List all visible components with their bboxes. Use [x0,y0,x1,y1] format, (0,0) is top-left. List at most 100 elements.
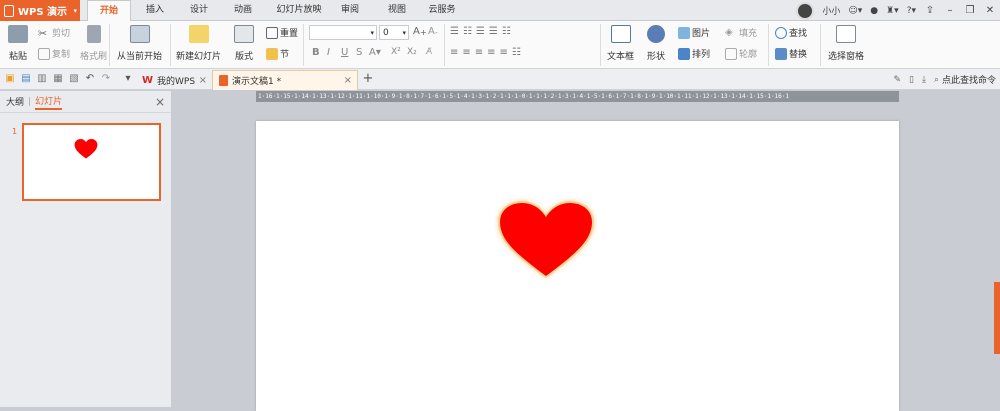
underline-icon[interactable]: U [341,47,348,58]
new-tab-icon[interactable]: + [362,72,374,85]
tab-cloud[interactable]: 云服务 [420,0,464,21]
replace-button[interactable]: 替换 [775,47,807,60]
copy-button[interactable]: 复制 [38,47,70,60]
tab-slideshow[interactable]: 幻灯片放映 [268,0,330,21]
tab-my-wps-label: 我的WPS [157,76,196,87]
reset-button[interactable]: 重置 [266,26,298,39]
layout-label: 版式 [234,52,253,62]
new-slide-button[interactable]: 新建幻灯片 [176,25,221,62]
ribbon: 粘贴 ✂ 剪切 复制 格式刷 从当前开始 新建幻灯片 版式 重置 节 ▾ 0 ▾ … [0,21,1000,69]
section-label: 节 [280,50,290,60]
shrink-font-icon[interactable]: A- [428,26,438,37]
minimize-icon[interactable]: – [940,2,960,20]
open-icon[interactable]: ▣ [4,73,16,85]
feedback-icon[interactable]: ● [870,6,878,16]
pin-icon[interactable]: ⇪ [920,2,940,20]
close-icon[interactable]: × [199,75,207,86]
chevron-down-icon[interactable]: ▾ [122,73,134,85]
undo-icon[interactable]: ↶ [84,73,96,85]
user-name[interactable]: 小小 [822,4,840,17]
shadow-icon[interactable]: S [356,47,362,58]
format-painter-button[interactable]: 格式刷 [80,25,107,62]
outline-label: 轮廓 [739,50,758,60]
text-box-label: 文本框 [607,52,635,62]
italic-icon[interactable]: I [327,47,330,58]
shirt-icon[interactable]: ♜▾ [886,6,899,16]
paragraph-align-icons[interactable]: ≡≡≡≡≡☷ [450,47,525,58]
close-icon[interactable]: ✕ [980,2,1000,20]
quick-access-toolbar: ▣ ▤ ▥ ▦ ▧ ↶ ↷ ▾ W 我的WPS × 演示文稿1 * × + ✎ … [0,69,1000,90]
selection-pane-button[interactable]: 选择窗格 [828,25,864,62]
reset-icon [266,26,278,39]
paste-button[interactable]: 粘贴 [8,25,28,62]
doc-icon[interactable]: ▯ [909,75,914,85]
skin-icon[interactable]: ☺▾ [848,6,862,16]
copy-icon [38,47,50,60]
shape-label: 形状 [647,52,666,62]
outline-button[interactable]: 轮廓 [725,47,757,60]
help-icon[interactable]: ?▾ [907,6,916,16]
export-pdf-icon[interactable]: ▥ [36,73,48,85]
selection-pane-icon [836,25,856,43]
tab-insert[interactable]: 插入 [136,0,174,21]
tab-outline[interactable]: 大纲 [6,95,24,108]
title-bar: WPS 演示 ▾ 开始 插入 设计 动画 幻灯片放映 审阅 视图 云服务 小小 … [0,0,1000,22]
cut-button[interactable]: ✂ 剪切 [38,26,70,40]
clear-format-icon[interactable]: A̸ [426,47,432,57]
arrange-icon [678,47,690,60]
fill-button[interactable]: ◈ 填充 [725,26,757,40]
redo-icon[interactable]: ↷ [100,73,112,85]
wps-logo-icon [4,4,14,17]
tab-presentation[interactable]: 演示文稿1 * × [212,70,358,90]
separator [600,24,601,66]
separator [820,24,821,66]
paragraph-list-icons[interactable]: ☰☷☰☰☷ [450,26,515,37]
save-icon[interactable]: ▤ [20,73,32,85]
tab-slides[interactable]: 幻灯片 [35,94,63,110]
chevron-down-icon: ▾ [370,28,374,37]
avatar[interactable] [796,1,815,20]
brush-icon [86,25,101,43]
scrollbar-handle[interactable] [994,282,1000,354]
chevron-down-icon: ▾ [73,6,77,15]
font-color-icon[interactable]: A▾ [369,47,381,58]
find-command-input[interactable]: 点此查找命令 [942,73,996,86]
superscript-icon[interactable]: X² [391,47,401,57]
close-icon[interactable]: × [344,75,352,86]
play-from-current-button[interactable]: 从当前开始 [117,25,162,62]
tab-design[interactable]: 设计 [180,0,218,21]
preview-icon[interactable]: ▧ [68,73,80,85]
app-menu-button[interactable]: WPS 演示 ▾ [0,0,80,21]
tab-view[interactable]: 视图 [378,0,416,21]
find-button[interactable]: 查找 [775,26,807,39]
font-size-select[interactable]: 0 ▾ [379,25,409,40]
tab-home[interactable]: 开始 [87,0,131,22]
selection-pane-label: 选择窗格 [828,52,865,62]
panel-tabs: 大纲 | 幻灯片 [0,91,171,113]
separator [768,24,769,66]
find-icon [775,26,787,39]
section-button[interactable]: 节 [266,47,289,60]
picture-button[interactable]: 图片 [678,26,710,39]
layout-button[interactable]: 版式 [234,25,254,62]
from-current-label: 从当前开始 [117,52,163,62]
tab-review[interactable]: 审阅 [334,0,366,21]
arrange-button[interactable]: 排列 [678,47,710,60]
text-box-button[interactable]: 文本框 [607,25,634,62]
bold-icon[interactable]: B [312,47,320,58]
print-icon[interactable]: ▦ [52,73,64,85]
font-name-select[interactable]: ▾ [309,25,377,40]
reset-label: 重置 [280,29,299,39]
heart-shape[interactable] [494,198,598,282]
tab-animation[interactable]: 动画 [224,0,262,21]
download-icon[interactable]: ⤓ [922,75,926,85]
tab-my-wps[interactable]: W 我的WPS × [136,70,212,90]
close-icon[interactable]: × [155,95,165,109]
subscript-icon[interactable]: X₂ [407,47,417,57]
grow-font-icon[interactable]: A + [413,26,427,37]
slide-thumbnail[interactable] [22,123,161,201]
shape-button[interactable]: 形状 [647,25,665,62]
slideshow-icon [129,25,150,43]
tools-icon[interactable]: ✎ [893,75,901,85]
restore-icon[interactable]: ❐ [960,2,980,20]
